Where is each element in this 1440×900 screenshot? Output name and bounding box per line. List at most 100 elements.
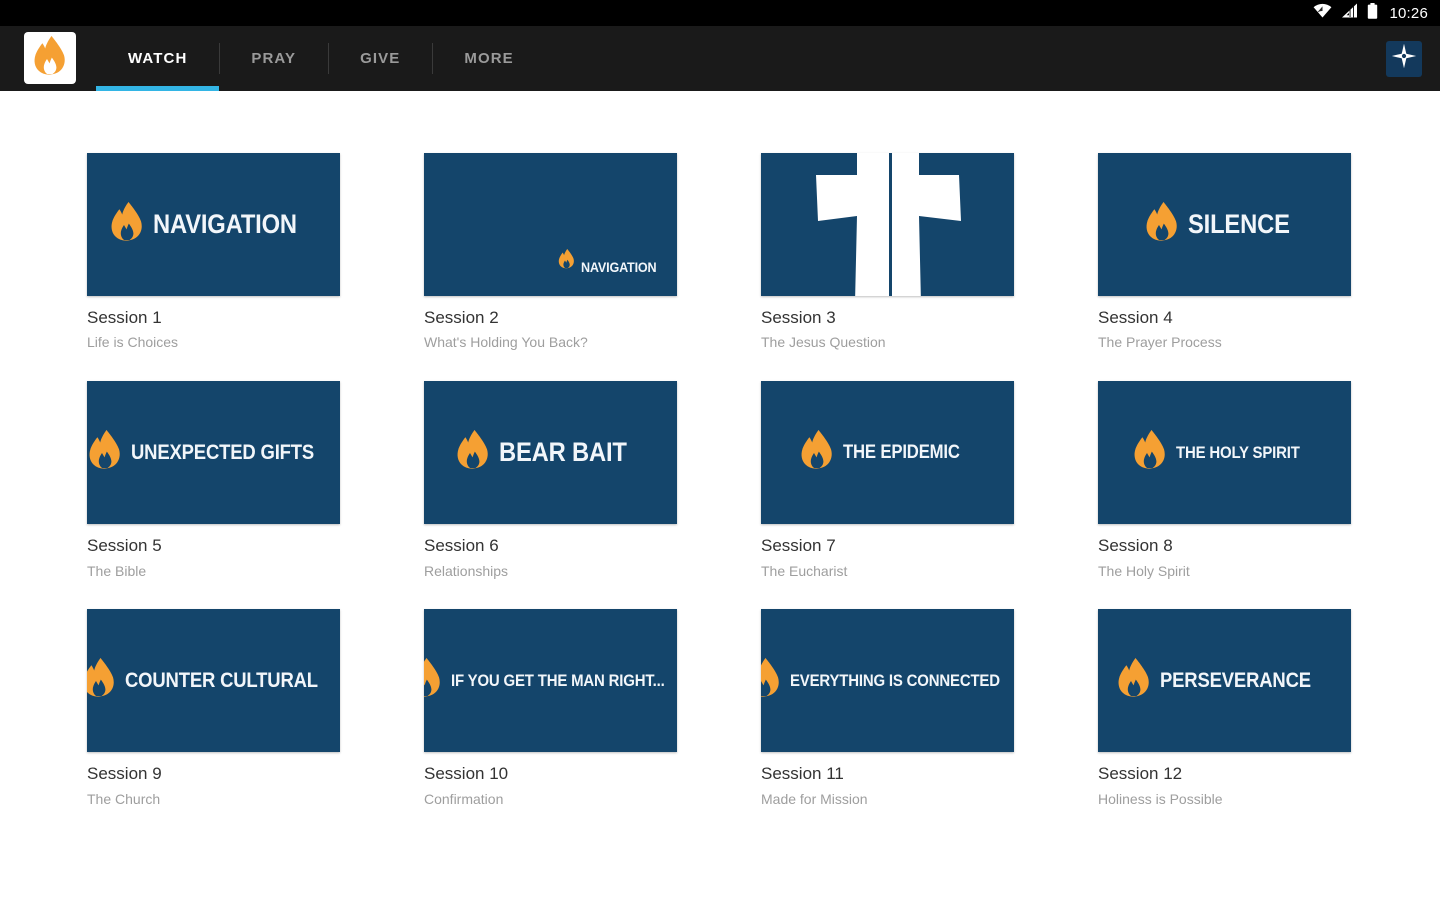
flame-icon xyxy=(1145,202,1179,247)
session-subtitle: Confirmation xyxy=(424,790,504,807)
session-card[interactable]: PERSEVERANCE Session 12 Holiness is Possib… xyxy=(1098,609,1351,807)
session-subtitle: The Jesus Question xyxy=(761,334,886,351)
session-card[interactable]: Session 3 The Jesus Question xyxy=(761,153,1014,351)
tab-watch-label: WATCH xyxy=(128,50,188,67)
thumbnail-content: EVERYTHING IS CONNECTED xyxy=(761,609,1014,752)
session-title: Session 12 xyxy=(1098,764,1183,784)
session-card[interactable]: UNEXPECTED GIFTS Session 5 The Bible xyxy=(87,381,340,579)
compass-star-icon xyxy=(1391,43,1417,74)
tab-pray[interactable]: PRAY xyxy=(219,26,328,91)
session-thumbnail[interactable]: BEAR BAIT xyxy=(424,381,677,525)
thumbnail-content: UNEXPECTED GIFTS xyxy=(87,381,340,524)
flame-icon xyxy=(110,202,144,247)
tab-more-label: MORE xyxy=(464,50,514,67)
session-title: Session 8 xyxy=(1098,536,1173,556)
session-subtitle: The Church xyxy=(87,790,161,807)
session-card[interactable]: BEAR BAIT Session 6 Relationships xyxy=(424,381,677,579)
tab-pray-label: PRAY xyxy=(251,50,297,67)
thumbnail-content: COUNTER CULTURAL xyxy=(87,609,340,752)
thumbnail-content: NAVIGATION xyxy=(87,153,340,296)
session-subtitle: Life is Choices xyxy=(87,334,179,351)
session-title: Session 5 xyxy=(87,536,162,556)
session-card[interactable]: THE HOLY SPIRIT Session 8 The Holy Spirit xyxy=(1098,381,1351,579)
action-bar-right xyxy=(1386,26,1440,91)
thumbnail-content: SILENCE xyxy=(1098,153,1351,296)
flame-icon xyxy=(456,430,490,475)
tab-watch[interactable]: WATCH xyxy=(96,26,220,91)
session-subtitle: The Holy Spirit xyxy=(1098,562,1190,579)
thumbnail-title: UNEXPECTED GIFTS xyxy=(131,441,315,465)
session-thumbnail[interactable]: UNEXPECTED GIFTS xyxy=(87,381,340,525)
thumbnail-content: IF YOU GET THE MAN RIGHT... xyxy=(424,609,677,752)
session-title: Session 7 xyxy=(761,536,836,556)
session-subtitle: What's Holding You Back? xyxy=(424,334,588,351)
flame-icon xyxy=(1117,658,1151,703)
battery-icon xyxy=(1367,2,1378,24)
session-card[interactable]: NAVIGATION Session 2 What's Holding You Ba… xyxy=(424,153,677,351)
flame-icon xyxy=(87,658,116,703)
thumbnail-content: THE HOLY SPIRIT xyxy=(1098,381,1351,524)
session-thumbnail[interactable]: COUNTER CULTURAL xyxy=(87,609,340,753)
session-title: Session 10 xyxy=(424,764,509,784)
thumbnail-content: BEAR BAIT xyxy=(424,381,677,524)
session-subtitle: Made for Mission xyxy=(761,790,868,807)
session-subtitle: Holiness is Possible xyxy=(1098,790,1223,807)
status-time: 10:26 xyxy=(1389,4,1428,22)
session-thumbnail[interactable]: EVERYTHING IS CONNECTED xyxy=(761,609,1014,753)
session-card[interactable]: SILENCE Session 4 The Prayer Process xyxy=(1098,153,1351,351)
action-bar-spacer xyxy=(546,26,1386,91)
cellular-signal-icon xyxy=(1341,3,1358,23)
session-subtitle: Relationships xyxy=(424,562,509,579)
session-subtitle: The Bible xyxy=(87,562,147,579)
thumbnail-content: NAVIGATION xyxy=(424,153,677,296)
thumbnail-title: EVERYTHING IS CONNECTED xyxy=(789,671,1000,691)
session-title: Session 4 xyxy=(1098,308,1173,327)
session-card[interactable]: NAVIGATION Session 1 Life is Choices xyxy=(87,153,340,351)
wifi-icon xyxy=(1313,3,1332,23)
flame-icon xyxy=(424,658,442,703)
tab-give[interactable]: GIVE xyxy=(328,26,432,91)
app-logo[interactable] xyxy=(24,32,76,84)
flame-icon xyxy=(558,249,575,274)
cross-artwork-icon xyxy=(761,153,1014,296)
session-thumbnail[interactable] xyxy=(761,153,1014,296)
thumbnail-content: PERSEVERANCE xyxy=(1098,609,1351,752)
thumbnail-title: BEAR BAIT xyxy=(499,437,628,468)
thumbnail-title: THE EPIDEMIC xyxy=(842,442,960,464)
session-card[interactable]: IF YOU GET THE MAN RIGHT... Session 10 Con… xyxy=(424,609,677,807)
thumbnail-title: NAVIGATION xyxy=(153,209,298,239)
tab-bar: WATCH PRAY GIVE MORE xyxy=(96,26,546,91)
session-title: Session 9 xyxy=(87,764,162,784)
session-card[interactable]: EVERYTHING IS CONNECTED Session 11 Made fo… xyxy=(761,609,1014,807)
action-bar: WATCH PRAY GIVE MORE xyxy=(0,26,1440,91)
session-card[interactable]: THE EPIDEMIC Session 7 The Eucharist xyxy=(761,381,1014,579)
flame-icon xyxy=(761,658,781,703)
thumbnail-title: IF YOU GET THE MAN RIGHT... xyxy=(450,671,665,691)
session-grid: NAVIGATION Session 1 Life is Choices NAVIGA… xyxy=(0,153,1440,808)
session-thumbnail[interactable]: NAVIGATION xyxy=(424,153,677,296)
session-title: Session 2 xyxy=(424,308,499,327)
session-title: Session 11 xyxy=(761,764,844,784)
session-thumbnail[interactable]: IF YOU GET THE MAN RIGHT... xyxy=(424,609,677,753)
session-thumbnail[interactable]: THE EPIDEMIC xyxy=(761,381,1014,525)
flame-logo-icon xyxy=(33,35,67,81)
thumbnail-title: NAVIGATION xyxy=(581,259,657,275)
session-thumbnail[interactable]: PERSEVERANCE xyxy=(1098,609,1351,753)
session-thumbnail[interactable]: SILENCE xyxy=(1098,153,1351,296)
thumbnail-title: SILENCE xyxy=(1188,209,1290,239)
session-title: Session 1 xyxy=(87,308,162,327)
session-list-scroll[interactable]: NAVIGATION Session 1 Life is Choices NAVIGA… xyxy=(0,91,1440,900)
thumbnail-title: PERSEVERANCE xyxy=(1160,669,1312,693)
flame-icon xyxy=(800,430,834,475)
flame-icon xyxy=(1133,430,1167,475)
session-title: Session 3 xyxy=(761,308,836,327)
tab-more[interactable]: MORE xyxy=(432,26,545,91)
thumbnail-title: COUNTER CULTURAL xyxy=(125,669,319,693)
thumbnail-content: THE EPIDEMIC xyxy=(761,381,1014,524)
session-card[interactable]: COUNTER CULTURAL Session 9 The Church xyxy=(87,609,340,807)
session-subtitle: The Eucharist xyxy=(761,562,848,579)
session-thumbnail[interactable]: NAVIGATION xyxy=(87,153,340,296)
session-thumbnail[interactable]: THE HOLY SPIRIT xyxy=(1098,381,1351,525)
compass-button[interactable] xyxy=(1386,40,1422,77)
status-bar: 10:26 xyxy=(0,0,1440,26)
